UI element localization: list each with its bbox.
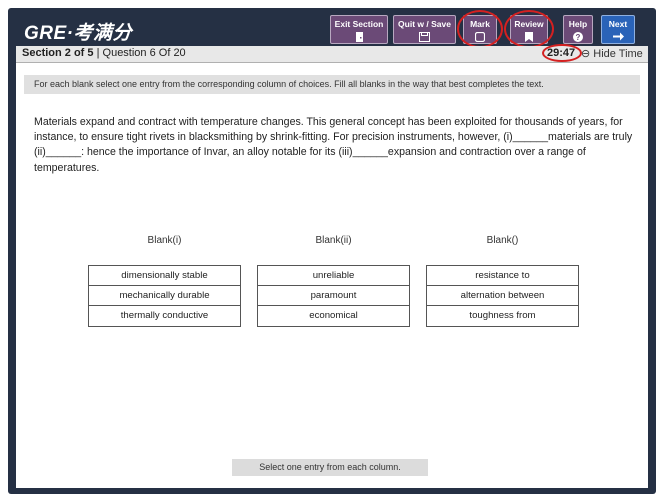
choice-option[interactable]: alternation between [427, 286, 578, 306]
bottom-frame-edge [16, 488, 648, 494]
toolbar: GRE·考满分 Exit Section Quit w / Save Mark … [16, 10, 648, 48]
section-progress: Section 2 of 5 | Question 6 Of 20 [22, 47, 186, 59]
save-disk-icon [419, 32, 430, 42]
question-passage: Materials expand and contract with tempe… [34, 116, 633, 174]
quit-save-button[interactable]: Quit w / Save [393, 15, 456, 44]
exit-section-label: Exit Section [334, 19, 384, 29]
status-bar: Section 2 of 5 | Question 6 Of 20 29:47 … [16, 44, 648, 63]
exit-section-button[interactable]: Exit Section [330, 15, 388, 44]
hide-time-toggle[interactable]: ⊖ Hide Time [581, 47, 643, 60]
choice-option[interactable]: thermally conductive [89, 306, 240, 326]
choice-option[interactable]: dimensionally stable [89, 266, 240, 286]
next-label: Next [608, 19, 628, 29]
choice-option[interactable]: economical [258, 306, 409, 326]
arrow-right-icon [612, 32, 624, 41]
mark-label: Mark [470, 19, 490, 29]
exit-door-icon [355, 32, 363, 42]
timer: 29:47 [547, 47, 576, 59]
choice-option[interactable]: resistance to [427, 266, 578, 286]
bookmark-icon [525, 32, 533, 42]
choice-option[interactable]: mechanically durable [89, 286, 240, 306]
app-logo: GRE·考满分 [24, 23, 133, 44]
blank-ii-heading: Blank(ii) [315, 235, 352, 246]
section-label: Section 2 of 5 [22, 47, 94, 59]
mark-checkbox-icon [475, 32, 485, 42]
help-question-icon: ? [573, 32, 583, 42]
blank-i-heading: Blank(i) [147, 235, 182, 246]
help-label: Help [568, 19, 588, 29]
help-button[interactable]: Help ? [563, 15, 593, 44]
question-label: Question 6 Of 20 [102, 47, 186, 59]
choice-option[interactable]: paramount [258, 286, 409, 306]
selection-hint: Select one entry from each column. [232, 459, 428, 476]
question-area: For each blank select one entry from the… [16, 63, 648, 488]
choice-option[interactable]: unreliable [258, 266, 409, 286]
instructions: For each blank select one entry from the… [24, 75, 640, 94]
blank-ii-choices: unreliable paramount economical [257, 265, 410, 327]
svg-text:?: ? [576, 33, 581, 42]
next-button[interactable]: Next [601, 15, 635, 44]
mark-button[interactable]: Mark [463, 15, 497, 44]
blank-i-choices: dimensionally stable mechanically durabl… [88, 265, 241, 327]
review-button[interactable]: Review [510, 15, 548, 44]
status-separator: | [93, 47, 103, 59]
review-label: Review [514, 19, 544, 29]
blank-iii-heading: Blank() [486, 235, 519, 246]
quit-save-label: Quit w / Save [398, 19, 451, 29]
choice-option[interactable]: toughness from [427, 306, 578, 326]
blank-iii-choices: resistance to alternation between toughn… [426, 265, 579, 327]
